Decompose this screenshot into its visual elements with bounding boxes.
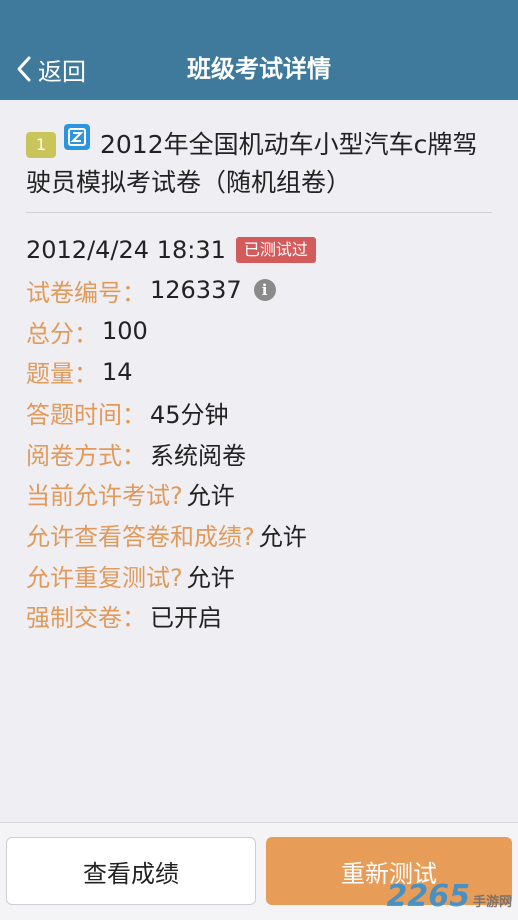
field-label: 强制交卷： <box>26 604 146 633</box>
field-row-paper-id: 试卷编号： 126337 i <box>26 270 496 311</box>
field-value: 126337 <box>150 276 242 305</box>
field-row-view-results-allowed: 允许查看答卷和成绩? 允许 <box>26 514 496 555</box>
watermark-main: 2265 <box>386 879 470 914</box>
document-icon <box>64 124 90 150</box>
field-label: 阅卷方式： <box>26 441 146 470</box>
exam-header: 1 2012年全国机动车小型汽车c牌驾驶员模拟考试卷（随机组卷） <box>26 124 492 202</box>
field-label: 允许重复测试? <box>26 563 183 592</box>
field-row-exam-allowed: 当前允许考试? 允许 <box>26 473 496 514</box>
field-row-grading-method: 阅卷方式： 系统阅卷 <box>26 433 496 474</box>
field-label: 当前允许考试? <box>26 482 183 511</box>
exam-datetime: 2012/4/24 18:31 <box>26 236 226 264</box>
field-value: 允许 <box>186 563 235 592</box>
field-label: 试卷编号： <box>26 278 146 307</box>
exam-title-row: 1 2012年全国机动车小型汽车c牌驾驶员模拟考试卷（随机组卷） <box>26 124 492 202</box>
field-value: 已开启 <box>150 604 222 633</box>
field-label: 允许查看答卷和成绩? <box>26 522 255 551</box>
field-value: 100 <box>102 317 148 346</box>
field-row-force-submit: 强制交卷： 已开启 <box>26 596 496 637</box>
field-value: 系统阅卷 <box>150 441 246 470</box>
field-row-total-score: 总分： 100 <box>26 311 496 352</box>
page-title: 班级考试详情 <box>187 55 331 83</box>
field-row-question-count: 题量： 14 <box>26 351 496 392</box>
status-badge: 已测试过 <box>235 237 316 263</box>
field-row-retest-allowed: 允许重复测试? 允许 <box>26 555 496 596</box>
view-score-button[interactable]: 查看成绩 <box>6 837 256 905</box>
field-value: 允许 <box>186 482 235 511</box>
field-value: 14 <box>102 357 133 386</box>
exam-info: 2012/4/24 18:31 已测试过 试卷编号： 126337 i 总分： … <box>26 230 496 636</box>
info-icon[interactable]: i <box>253 279 276 302</box>
exam-title: 2012年全国机动车小型汽车c牌驾驶员模拟考试卷（随机组卷） <box>26 130 478 197</box>
bottom-action-bar: 查看成绩 重新测试 2265 手游网 <box>0 822 518 920</box>
field-row-duration: 答题时间： 45分钟 <box>26 392 496 433</box>
exam-index-badge: 1 <box>26 132 56 158</box>
divider <box>26 212 492 213</box>
field-label: 总分： <box>26 319 98 348</box>
field-value: 允许 <box>258 522 307 551</box>
exam-date-row: 2012/4/24 18:31 已测试过 <box>26 230 496 270</box>
watermark-logo: 2265 手游网 <box>386 879 512 914</box>
field-label: 答题时间： <box>26 400 146 429</box>
field-value: 45分钟 <box>150 400 229 429</box>
watermark-sub: 手游网 <box>472 895 512 910</box>
field-label: 题量： <box>26 360 98 389</box>
nav-bar: 返回 班级考试详情 <box>0 0 518 100</box>
